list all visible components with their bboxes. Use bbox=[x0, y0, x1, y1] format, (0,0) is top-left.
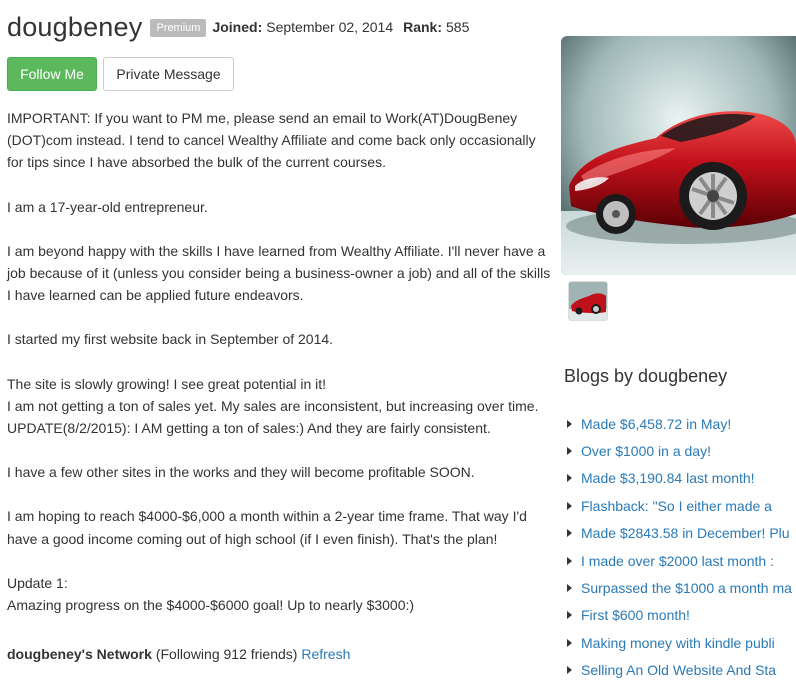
blog-list-item: First $600 month! bbox=[565, 602, 796, 629]
caret-right-icon bbox=[567, 584, 572, 593]
rank-value: 585 bbox=[446, 19, 470, 35]
blogs-section-title: Blogs by dougbeney bbox=[564, 366, 728, 386]
bio-paragraph: I am beyond happy with the skills I have… bbox=[7, 242, 551, 304]
network-title: dougbeney's Network bbox=[7, 646, 152, 662]
caret-right-icon bbox=[567, 638, 572, 647]
blog-list-item: Made $2843.58 in December! Plu bbox=[565, 520, 796, 547]
blog-list-item: Flashback: "So I either made a bbox=[565, 492, 796, 519]
blog-list-item: Over $1000 in a day! bbox=[565, 437, 796, 464]
profile-photo bbox=[561, 36, 796, 275]
bio-spacer bbox=[7, 351, 555, 373]
blog-link[interactable]: I made over $2000 last month : bbox=[581, 553, 774, 569]
bio-paragraph: IMPORTANT: If you want to PM me, please … bbox=[7, 110, 536, 171]
bio-paragraph: I am a 17-year-old entrepreneur. bbox=[7, 198, 208, 215]
blog-list-item: Selling An Old Website And Sta bbox=[565, 657, 796, 684]
blog-link[interactable]: Selling An Old Website And Sta bbox=[581, 662, 776, 678]
profile-username: dougbeney bbox=[7, 11, 143, 42]
bio-paragraph: Update 1: bbox=[7, 574, 68, 591]
bio-paragraph: I have a few other sites in the works an… bbox=[7, 464, 475, 481]
profile-actions: Follow Me Private Message bbox=[7, 57, 234, 91]
bio-spacer bbox=[7, 483, 555, 505]
blog-list-item: Making money with kindle publi bbox=[565, 629, 796, 656]
blog-list-item: I made over $2000 last month : bbox=[565, 547, 796, 574]
profile-bio: IMPORTANT: If you want to PM me, please … bbox=[7, 107, 555, 616]
profile-header: dougbeney Premium Joined: September 02, … bbox=[7, 10, 469, 44]
premium-badge: Premium bbox=[150, 19, 207, 37]
network-line: dougbeney's Network (Following 912 frien… bbox=[7, 646, 350, 662]
network-following-count: (Following 912 friends) bbox=[155, 646, 298, 662]
bio-spacer bbox=[7, 550, 555, 572]
bio-paragraph: I started my first website back in Septe… bbox=[7, 331, 334, 348]
rank-label: Rank: bbox=[403, 19, 443, 35]
blog-list: Made $6,458.72 in May! Over $1000 in a da… bbox=[565, 410, 796, 684]
blog-list-item: Made $3,190.84 last month! bbox=[565, 465, 796, 492]
caret-right-icon bbox=[567, 611, 572, 620]
follow-button[interactable]: Follow Me bbox=[7, 57, 97, 91]
caret-right-icon bbox=[567, 556, 572, 565]
blog-list-item: Surpassed the $1000 a month ma bbox=[565, 574, 796, 601]
caret-right-icon bbox=[567, 419, 572, 428]
caret-right-icon bbox=[567, 447, 572, 456]
bio-spacer bbox=[7, 174, 555, 196]
blog-link[interactable]: Surpassed the $1000 a month ma bbox=[581, 580, 792, 596]
blog-link[interactable]: Over $1000 in a day! bbox=[581, 443, 711, 459]
bio-spacer bbox=[7, 218, 555, 240]
blog-link[interactable]: Flashback: "So I either made a bbox=[581, 498, 772, 514]
bio-paragraph: The site is slowly growing! I see great … bbox=[7, 375, 327, 392]
blog-list-item: Made $6,458.72 in May! bbox=[565, 410, 796, 437]
blog-link[interactable]: Made $3,190.84 last month! bbox=[581, 470, 755, 486]
red-car-thumbnail-image bbox=[569, 282, 607, 320]
photo-thumbnail[interactable] bbox=[568, 281, 608, 321]
bio-paragraph: I am not getting a ton of sales yet. My … bbox=[7, 397, 539, 414]
blog-link[interactable]: Made $6,458.72 in May! bbox=[581, 416, 731, 432]
caret-right-icon bbox=[567, 474, 572, 483]
joined-label: Joined: bbox=[212, 19, 263, 35]
blog-link[interactable]: Making money with kindle publi bbox=[581, 635, 775, 651]
bio-spacer bbox=[7, 306, 555, 328]
refresh-link[interactable]: Refresh bbox=[301, 646, 350, 662]
bio-paragraph: Amazing progress on the $4000-$6000 goal… bbox=[7, 597, 415, 614]
bio-paragraph: UPDATE(8/2/2015): I AM getting a ton of … bbox=[7, 420, 491, 437]
bio-spacer bbox=[7, 439, 555, 461]
blog-link[interactable]: First $600 month! bbox=[581, 607, 690, 623]
caret-right-icon bbox=[567, 666, 572, 675]
caret-right-icon bbox=[567, 529, 572, 538]
joined-date: September 02, 2014 bbox=[266, 19, 394, 35]
caret-right-icon bbox=[567, 501, 572, 510]
blog-link[interactable]: Made $2843.58 in December! Plu bbox=[581, 525, 790, 541]
red-sports-car-image bbox=[561, 36, 796, 275]
private-message-button[interactable]: Private Message bbox=[103, 57, 234, 91]
bio-paragraph: I am hoping to reach $4000-$6,000 a mont… bbox=[7, 508, 527, 547]
